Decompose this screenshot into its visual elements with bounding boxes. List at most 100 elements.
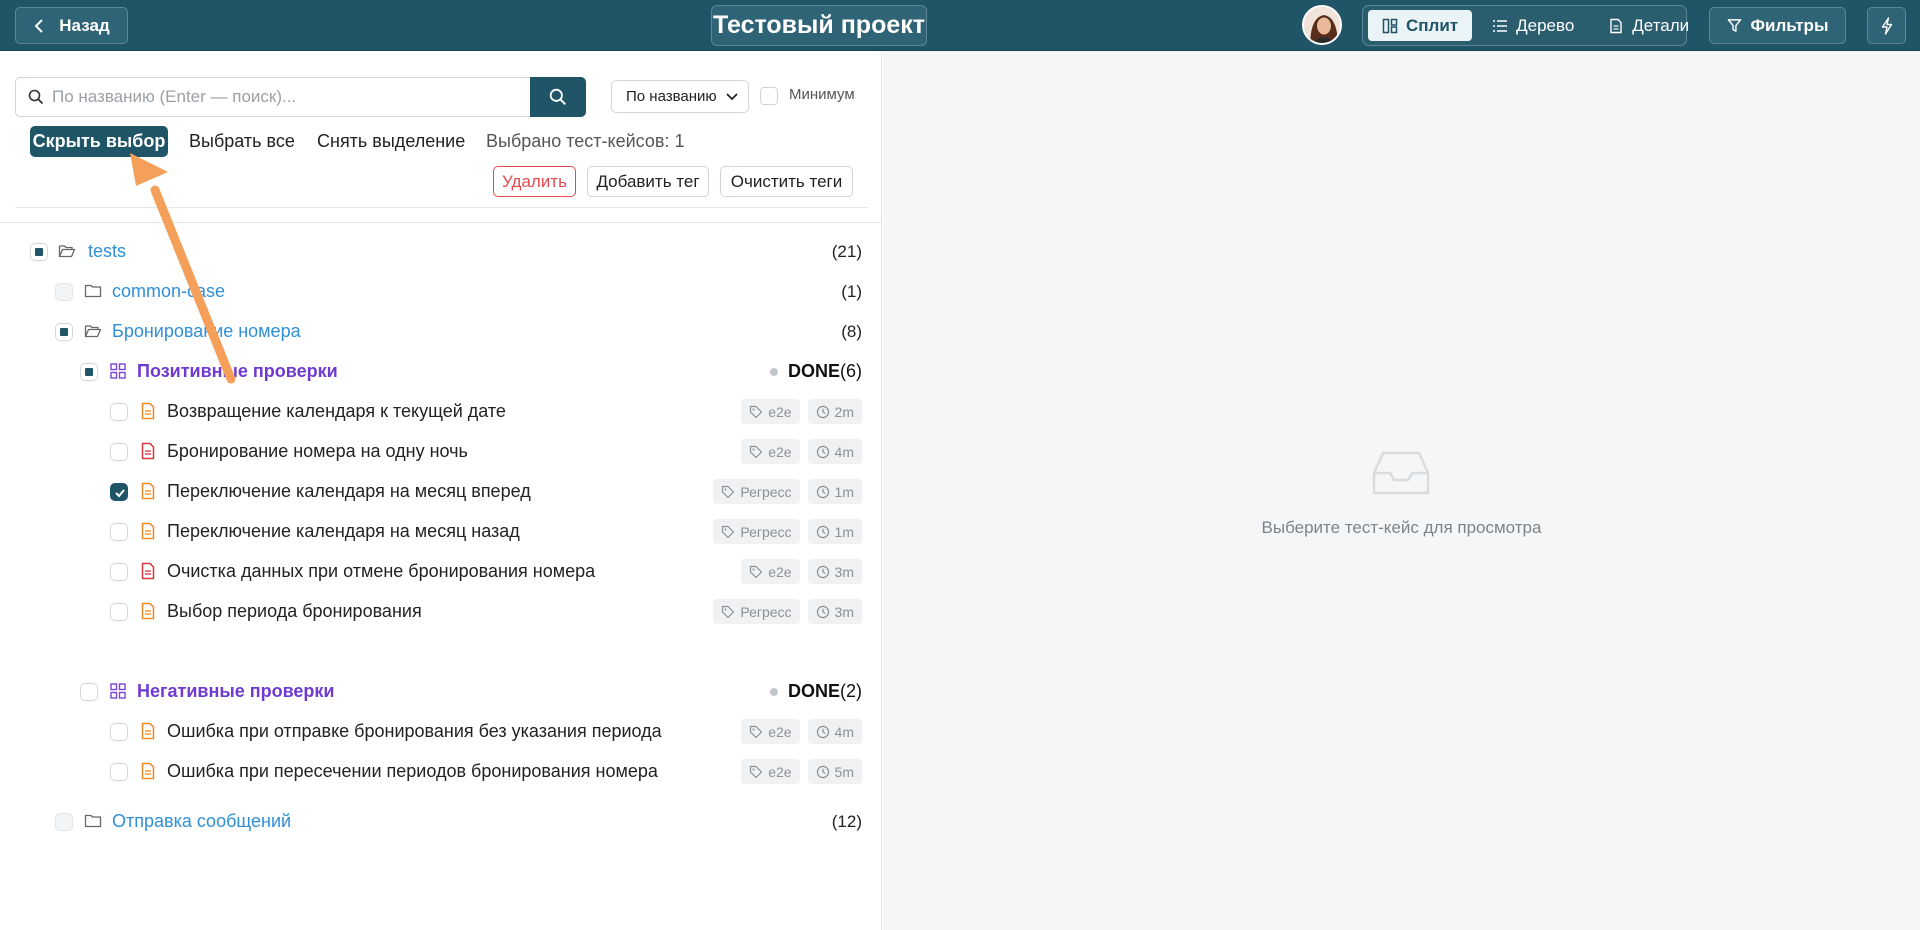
- duration-chip-label: 4m: [834, 723, 854, 740]
- test-case-checkbox[interactable]: [110, 403, 128, 421]
- test-case-checkbox[interactable]: [110, 603, 128, 621]
- filter-icon: [1727, 19, 1741, 32]
- select-all-button[interactable]: Выбрать все: [189, 131, 295, 152]
- tag-chip-label: e2e: [768, 763, 792, 780]
- test-case-checkbox[interactable]: [110, 563, 128, 581]
- duration-chip-label: 1m: [834, 523, 854, 540]
- search-button[interactable]: [530, 77, 586, 117]
- view-tab-tree[interactable]: Дерево: [1478, 10, 1588, 41]
- folder-checkbox[interactable]: [55, 813, 73, 831]
- test-case-meta: e2e 4m: [741, 719, 862, 744]
- test-case-row[interactable]: Ошибка при отправке бронирования без ука…: [0, 714, 882, 750]
- inbox-icon: [1372, 451, 1430, 495]
- tag-chip: e2e: [741, 439, 800, 464]
- tree-suite-row[interactable]: Позитивные проверки DONE(6): [0, 354, 882, 390]
- test-case-row[interactable]: Очистка данных при отмене бронирования н…: [0, 554, 882, 590]
- test-case-label[interactable]: Переключение календаря на месяц назад: [167, 521, 520, 542]
- clear-tags-button[interactable]: Очистить теги: [720, 166, 853, 197]
- folder-open-icon: [84, 325, 102, 338]
- duration-chip: 3m: [807, 599, 862, 624]
- folder-label[interactable]: Отправка сообщений: [112, 811, 291, 832]
- folder-checkbox[interactable]: [30, 243, 48, 261]
- suite-checkbox[interactable]: [80, 363, 98, 381]
- test-case-checkbox[interactable]: [110, 723, 128, 741]
- test-case-label[interactable]: Бронирование номера на одну ночь: [167, 441, 468, 462]
- folder-label[interactable]: Бронирование номера: [112, 321, 301, 342]
- suite-count: (2): [840, 681, 862, 701]
- test-case-row[interactable]: Возвращение календаря к текущей дате e2e 2…: [0, 394, 882, 430]
- search-icon: [549, 88, 567, 106]
- tag-chip: e2e: [741, 759, 800, 784]
- tree-folder-row[interactable]: Отправка сообщений (12): [0, 804, 882, 840]
- view-tab-split-label: Сплит: [1406, 15, 1459, 35]
- duration-chip-label: 1m: [834, 483, 854, 500]
- view-tab-split[interactable]: Сплит: [1368, 10, 1473, 41]
- document-icon: [139, 722, 157, 740]
- tree-folder-row[interactable]: Бронирование номера (8): [0, 314, 882, 350]
- project-title: Тестовый проект: [711, 5, 927, 46]
- suite-grid-icon: [110, 363, 126, 379]
- test-case-label[interactable]: Ошибка при отправке бронирования без ука…: [167, 721, 662, 742]
- tree-divider: [0, 222, 882, 223]
- test-case-checkbox[interactable]: [110, 483, 128, 501]
- split-icon: [1382, 18, 1398, 33]
- test-case-label[interactable]: Переключение календаря на месяц вперед: [167, 481, 531, 502]
- user-avatar[interactable]: [1302, 5, 1342, 45]
- test-case-row[interactable]: Переключение календаря на месяц вперед Ре…: [0, 474, 882, 510]
- status-dot-icon: [769, 687, 778, 696]
- test-case-label[interactable]: Возвращение календаря к текущей дате: [167, 401, 506, 422]
- folder-checkbox[interactable]: [55, 323, 73, 341]
- duration-chip: 2m: [807, 399, 862, 424]
- test-case-label[interactable]: Выбор периода бронирования: [167, 601, 422, 622]
- view-tab-tree-label: Дерево: [1516, 15, 1575, 35]
- suite-label[interactable]: Позитивные проверки: [137, 361, 338, 382]
- folder-count: (1): [841, 282, 862, 301]
- test-case-checkbox[interactable]: [110, 523, 128, 541]
- back-button[interactable]: Назад: [15, 7, 128, 44]
- folder-label[interactable]: common-case: [112, 281, 225, 302]
- suite-checkbox[interactable]: [80, 683, 98, 701]
- folder-label[interactable]: tests: [88, 241, 126, 262]
- view-tab-details[interactable]: Детали: [1594, 10, 1703, 41]
- document-icon: [1610, 18, 1622, 33]
- clock-icon: [816, 605, 829, 618]
- test-case-row[interactable]: Выбор периода бронирования Регресс 3m: [0, 594, 882, 630]
- tree-folder-row[interactable]: common-case (1): [0, 274, 882, 310]
- test-case-row[interactable]: Переключение календаря на месяц назад Рег…: [0, 514, 882, 550]
- hide-selection-button[interactable]: Скрыть выбор: [30, 126, 168, 157]
- tree-folder-row[interactable]: tests (21): [0, 234, 882, 270]
- test-case-row[interactable]: Бронирование номера на одну ночь e2e 4m: [0, 434, 882, 470]
- test-case-label[interactable]: Очистка данных при отмене бронирования н…: [167, 561, 595, 582]
- tag-chip-label: Регресс: [740, 523, 792, 540]
- filters-button[interactable]: Фильтры: [1709, 7, 1846, 44]
- delete-button[interactable]: Удалить: [493, 166, 576, 197]
- document-icon: [139, 562, 157, 580]
- test-case-meta: Регресс 1m: [713, 479, 862, 504]
- test-case-meta: Регресс 1m: [713, 519, 862, 544]
- add-tag-button[interactable]: Добавить тег: [587, 166, 709, 197]
- sort-select-value: По названию: [626, 88, 717, 105]
- tree-suite-row[interactable]: Негативные проверки DONE(2): [0, 674, 882, 710]
- suite-count: (6): [840, 361, 862, 381]
- tag-chip: Регресс: [713, 599, 800, 624]
- test-case-label[interactable]: Ошибка при пересечении периодов брониров…: [167, 761, 658, 782]
- chevron-left-icon: [34, 18, 43, 33]
- test-case-row[interactable]: Ошибка при пересечении периодов брониров…: [0, 754, 882, 790]
- tag-icon: [722, 485, 735, 498]
- tag-chip: Регресс: [713, 479, 800, 504]
- test-case-checkbox[interactable]: [110, 763, 128, 781]
- search-input[interactable]: [52, 87, 512, 107]
- folder-count: (12): [831, 812, 862, 831]
- quick-actions-button[interactable]: [1867, 7, 1906, 44]
- folder-icon: [84, 284, 102, 298]
- minimum-checkbox[interactable]: [760, 87, 778, 105]
- folder-checkbox[interactable]: [55, 283, 73, 301]
- deselect-button[interactable]: Снять выделение: [317, 131, 465, 152]
- suite-label[interactable]: Негативные проверки: [137, 681, 335, 702]
- suite-status: DONE(6): [769, 361, 862, 382]
- test-case-checkbox[interactable]: [110, 443, 128, 461]
- sort-select[interactable]: По названию: [611, 80, 749, 113]
- tag-chip: e2e: [741, 719, 800, 744]
- test-case-meta: e2e 3m: [741, 559, 862, 584]
- tag-chip-label: Регресс: [740, 603, 792, 620]
